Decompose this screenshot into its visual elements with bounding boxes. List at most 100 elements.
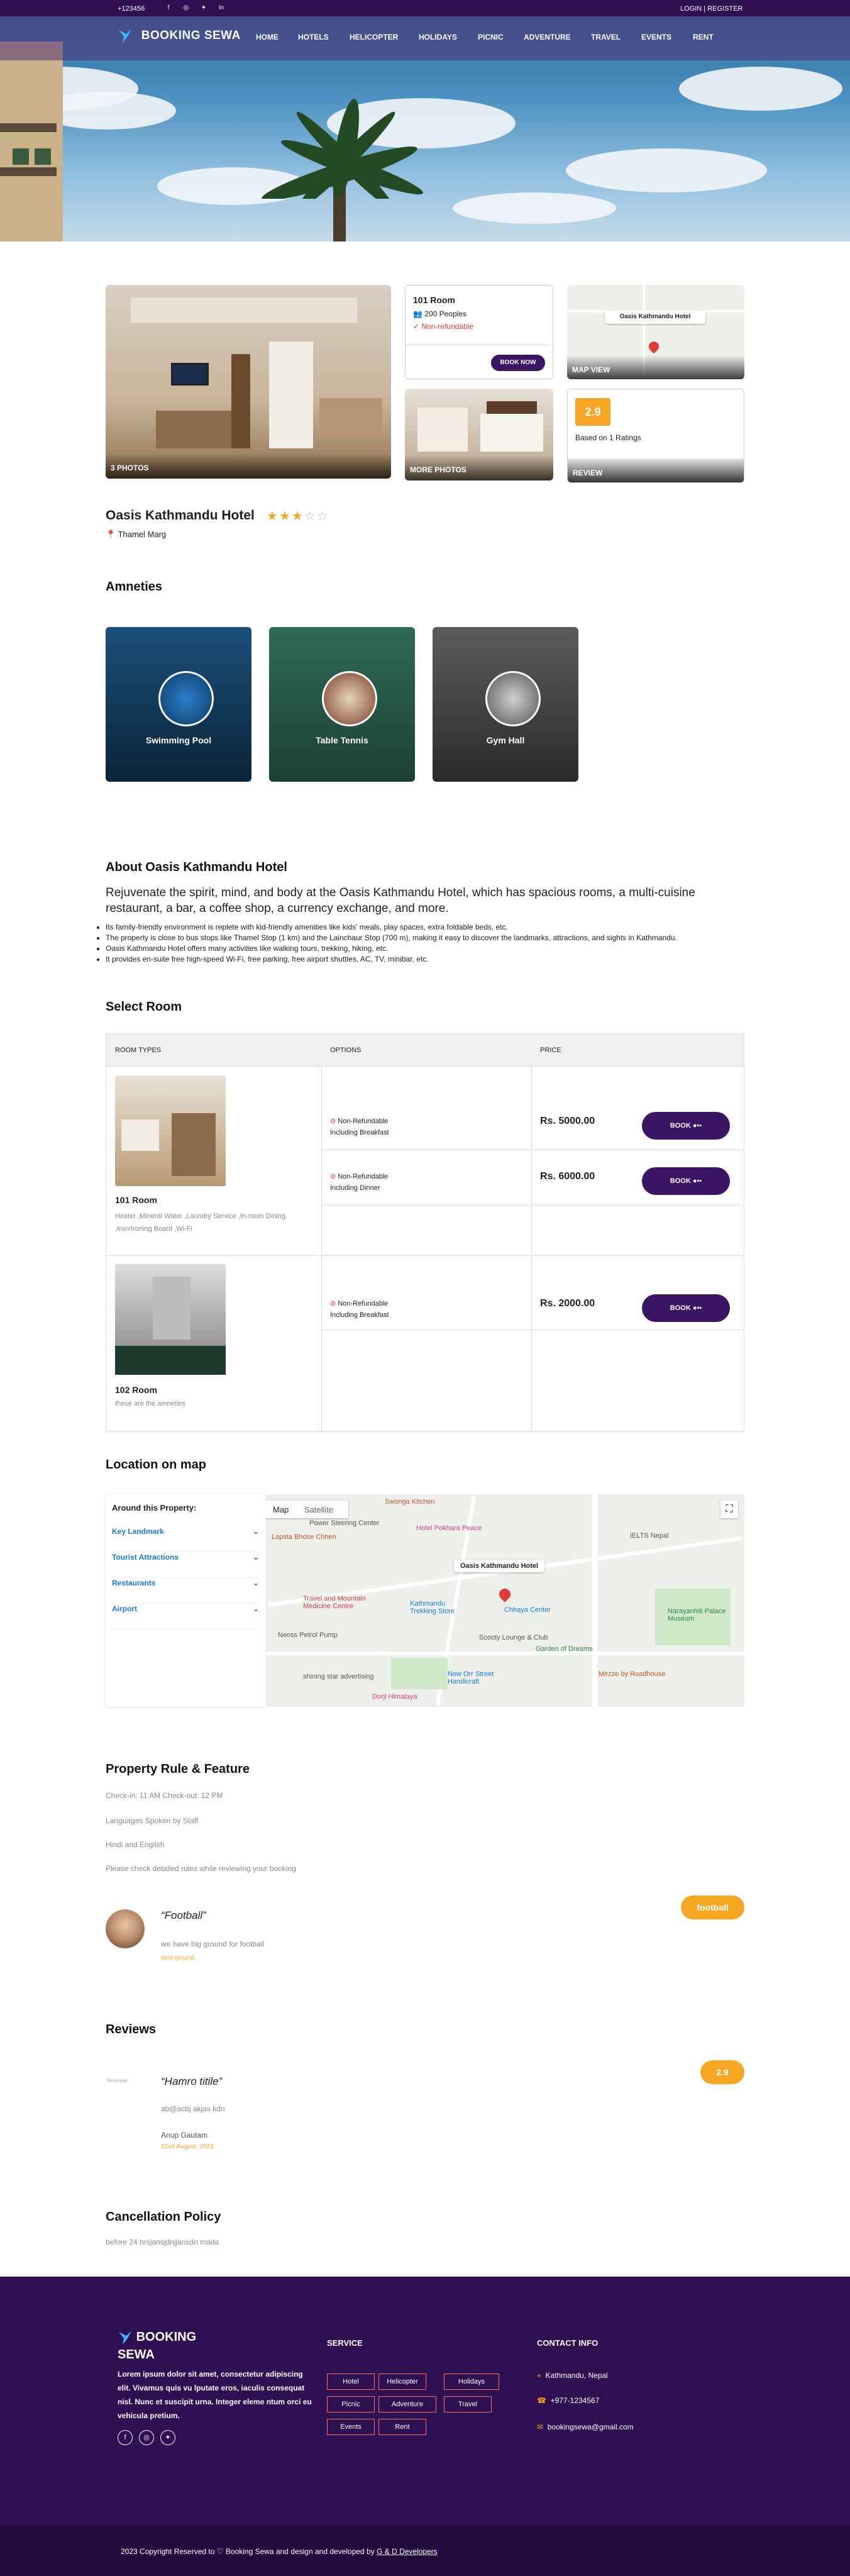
col-room-types: ROOM TYPES	[115, 1046, 162, 1054]
book-button[interactable]: BOOK ●•▪	[642, 1167, 730, 1195]
chevron-down-icon: ⌄	[252, 1604, 259, 1613]
star-filled-icon: ★	[279, 509, 292, 523]
around-property-panel: Around this Property: Key Landmark ⌄ Tour…	[106, 1494, 265, 1707]
rule-line: Please check detailed rules while review…	[106, 1864, 296, 1873]
map-label: Swonga Kitchen	[385, 1498, 435, 1506]
map-label: Dorji Himalaya	[372, 1693, 417, 1701]
service-link-adventure[interactable]: Adventure	[378, 2396, 436, 2412]
facebook-icon[interactable]: f	[118, 2430, 133, 2445]
map-pin-label: Oasis Kathmandu Hotel	[454, 1560, 545, 1572]
facebook-icon[interactable]: f	[165, 4, 172, 12]
star-filled-icon: ★	[291, 509, 304, 523]
room-image[interactable]	[115, 1075, 226, 1186]
instagram-icon[interactable]: ◎	[139, 2430, 154, 2445]
map-view-label: MAP VIEW	[572, 365, 610, 374]
map-tab[interactable]: Map	[273, 1505, 289, 1514]
map-view-tile[interactable]: Oasis Kathmandu Hotel MAP VIEW	[567, 285, 744, 379]
star-empty-icon: ☆	[304, 509, 317, 523]
nav-helicopter[interactable]: HELICOPTER	[350, 33, 398, 42]
no-refund-icon: ⊘	[330, 1173, 338, 1180]
brand-logo[interactable]: BOOKING SEWA	[118, 28, 241, 44]
review-title: “Hamro titile”	[161, 2075, 223, 2087]
people-icon: 👥	[413, 309, 425, 318]
hotel-star-rating: ★★★☆☆	[267, 508, 329, 524]
amenity-card[interactable]: Swimming Pool	[106, 627, 251, 782]
room-capacity: 200 Peoples	[424, 309, 467, 318]
service-link-travel[interactable]: Travel	[444, 2396, 492, 2412]
amenity-card[interactable]: Table Tennis	[269, 627, 415, 782]
linkedin-icon[interactable]: in	[218, 4, 225, 12]
map-pin-icon	[646, 339, 661, 354]
nav-adventure[interactable]: ADVENTURE	[524, 33, 571, 42]
contact-heading: CONTACT INFO	[537, 2338, 599, 2348]
accordion-restaurants[interactable]: Restaurants ⌄	[112, 1579, 259, 1604]
copyright-text: 2023 Copyright Reserved to ♡ Booking Sew…	[121, 2547, 438, 2556]
phone-number[interactable]: +123456	[118, 5, 145, 13]
phone-icon: ☎	[537, 2396, 546, 2405]
nav-holidays[interactable]: HOLIDAYS	[419, 33, 457, 42]
nav-rent[interactable]: RENT	[693, 33, 714, 42]
map-label: Chhaya Center	[504, 1606, 551, 1614]
twitter-icon[interactable]: ✦	[200, 4, 207, 12]
map-label: Travel and Mountain Medicine Centre	[303, 1595, 366, 1610]
fullscreen-icon[interactable]: ⛶	[720, 1501, 738, 1518]
nav-picnic[interactable]: PICNIC	[478, 33, 504, 42]
select-room-heading: Select Room	[106, 1000, 182, 1014]
about-bullets: Its family-friendly environment is reple…	[106, 922, 744, 965]
accordion-key-landmark[interactable]: Key Landmark ⌄	[112, 1527, 259, 1552]
accordion-airport[interactable]: Airport ⌄	[112, 1604, 259, 1629]
accordion-tourist-attractions[interactable]: Tourist Attractions ⌄	[112, 1553, 259, 1578]
book-button[interactable]: BOOK ●•▪	[642, 1112, 730, 1140]
top-bar: +123456 f ◎ ✦ in LOGIN | REGISTER	[0, 0, 850, 16]
gym-icon	[485, 671, 541, 726]
star-empty-icon: ☆	[316, 509, 329, 523]
amenity-card[interactable]: Gym Hall	[433, 627, 578, 782]
service-link-picnic[interactable]: Picnic	[327, 2396, 375, 2412]
room-image[interactable]	[115, 1264, 226, 1375]
nav-home[interactable]: HOME	[256, 33, 279, 42]
room-title: 101 Room	[413, 295, 455, 305]
about-bullet: Its family-friendly environment is reple…	[106, 922, 744, 933]
contact-phone[interactable]: +977-1234567	[551, 2396, 600, 2405]
amenity-label: Gym Hall	[486, 735, 525, 745]
login-register-link[interactable]: LOGIN | REGISTER	[680, 5, 742, 13]
instagram-icon[interactable]: ◎	[182, 4, 190, 12]
cancellation-text: before 24 hrsjansjdnjjansdn mada	[106, 2238, 219, 2246]
service-link-holidays[interactable]: Holidays	[444, 2373, 499, 2390]
feature-quote: “Football”	[161, 1909, 206, 1921]
room-price: Rs. 5000.00	[540, 1116, 595, 1126]
map-label: Narayanhiti Palace Museum	[668, 1607, 726, 1623]
service-link-helicopter[interactable]: Helicopter	[378, 2373, 426, 2390]
map-pin-icon[interactable]	[497, 1586, 513, 1602]
about-lead: Rejuvenate the spirit, mind, and body at…	[106, 886, 695, 915]
contact-email[interactable]: bookingsewa@gmail.com	[548, 2423, 634, 2431]
map-label: Garden of Dreams	[536, 1645, 593, 1653]
satellite-tab[interactable]: Satellite	[304, 1505, 333, 1514]
reviewer-avatar: Reviewer	[107, 2078, 128, 2084]
review-body: ab@acbj akjas kdn	[161, 2104, 225, 2113]
service-link-hotel[interactable]: Hotel	[327, 2373, 375, 2390]
service-link-events[interactable]: Events	[327, 2419, 375, 2435]
twitter-icon[interactable]: ✦	[160, 2430, 175, 2445]
about-bullet: Oasis Kathmandu Hotel offers many activi…	[106, 943, 744, 954]
col-price: PRICE	[540, 1046, 561, 1054]
about-bullet: It provides en-suite free high-speed Wi-…	[106, 954, 744, 965]
refund-status: Non-refundable	[421, 322, 474, 331]
developer-link[interactable]: G & D Developers	[377, 2547, 438, 2556]
review-tile[interactable]: 2.9 Based on 1 Ratings REVIEW	[567, 389, 744, 483]
nav-travel[interactable]: TRAVEL	[591, 33, 621, 42]
google-map[interactable]: Map Satellite ⛶ Oasis Kathmandu Hotel Sw…	[265, 1494, 744, 1707]
service-link-rent[interactable]: Rent	[378, 2419, 426, 2435]
more-photos-tile[interactable]: MORE PHOTOS	[405, 389, 553, 480]
more-photos-label: MORE PHOTOS	[410, 465, 466, 474]
hotel-name: Oasis Kathmandu Hotel	[106, 508, 255, 523]
nav-hotels[interactable]: HOTELS	[298, 33, 329, 42]
book-button[interactable]: BOOK ●•▪	[642, 1294, 730, 1322]
footer-brand[interactable]: BOOKING SEWA	[118, 2328, 231, 2363]
book-now-button[interactable]: BOOK NOW	[491, 355, 545, 371]
location-heading: Location on map	[106, 1458, 206, 1472]
main-photo[interactable]: 3 PHOTOS	[106, 285, 391, 479]
nav-events[interactable]: EVENTS	[641, 33, 671, 42]
reviews-heading: Reviews	[106, 2023, 157, 2036]
map-label: shining star advertising	[303, 1673, 374, 1680]
